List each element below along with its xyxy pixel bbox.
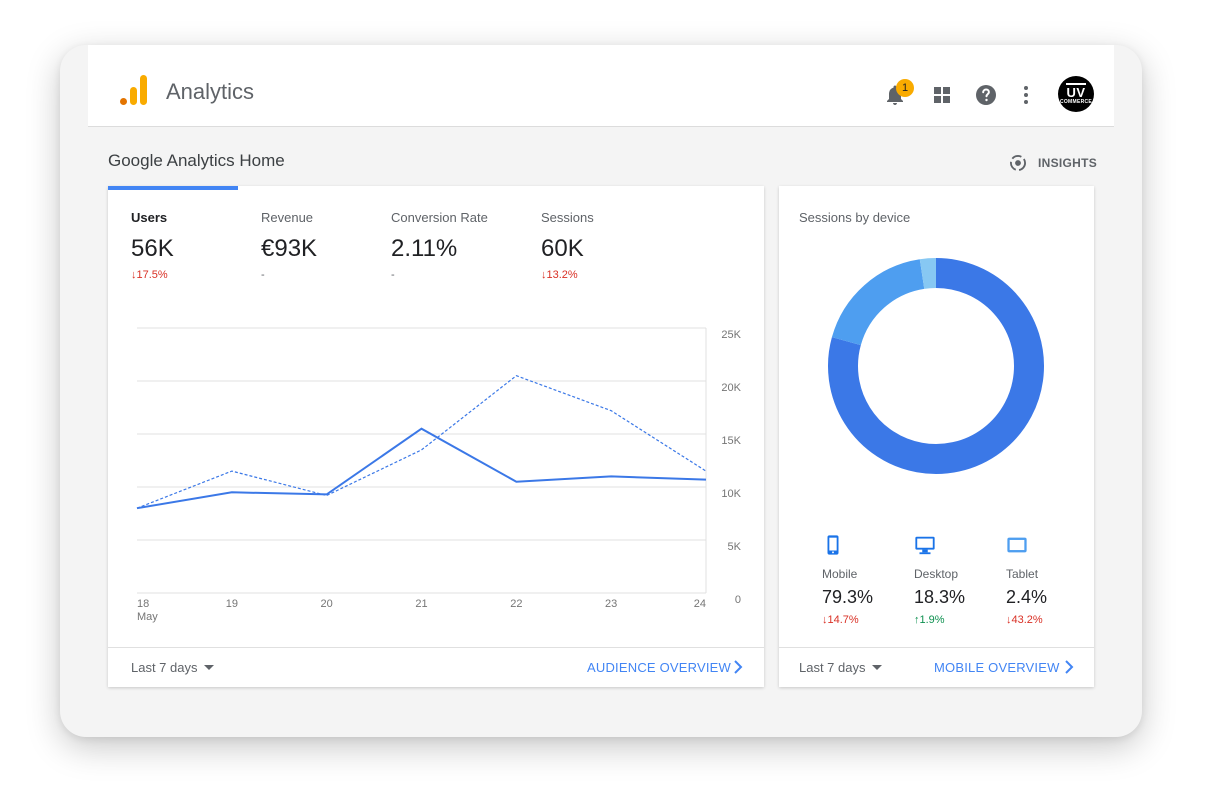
device-label: Mobile [822, 567, 858, 581]
device-label: Desktop [914, 567, 959, 581]
tablet-icon [1007, 537, 1027, 553]
x-tick-sublabel: May [137, 611, 158, 623]
x-tick-label: 21 [415, 598, 427, 610]
metric-tab-conversion-rate[interactable]: Conversion Rate 2.11% - [391, 210, 521, 281]
audience-card-footer: Last 7 days AUDIENCE OVERVIEW [108, 647, 764, 687]
caret-down-icon [871, 665, 882, 670]
metric-value: 56K [131, 235, 174, 262]
metric-label: Revenue [261, 210, 314, 225]
phone-icon [827, 535, 839, 555]
x-tick-label: 20 [321, 598, 333, 610]
device-label: Tablet [1006, 567, 1039, 581]
metric-label: Users [131, 210, 168, 225]
insights-icon [1010, 155, 1026, 171]
audience-overview-link[interactable]: AUDIENCE OVERVIEW [587, 660, 731, 675]
metric-tab-revenue[interactable]: Revenue €93K - [261, 210, 391, 281]
donut-slice-desktop [831, 259, 925, 346]
date-range-label: Last 7 days [799, 660, 866, 675]
metric-delta: - [391, 269, 395, 281]
metric-value: 60K [541, 235, 584, 262]
help-icon[interactable] [974, 83, 998, 107]
y-tick-label: 20K [721, 382, 741, 394]
device-card-title: Sessions by device [799, 210, 911, 225]
app-title: Analytics [166, 79, 255, 104]
y-tick-label: 25K [721, 329, 741, 341]
account-avatar[interactable]: UV COMMERCE [1058, 76, 1094, 112]
y-tick-label: 0 [735, 594, 741, 606]
caret-down-icon [203, 665, 214, 670]
desktop-icon [915, 536, 935, 555]
metric-tab-users[interactable]: Users 56K ↓17.5% [131, 210, 261, 281]
y-tick-label: 5K [728, 541, 742, 553]
x-tick-label: 22 [510, 598, 522, 610]
x-tick-label: 19 [226, 598, 238, 610]
device-value: 79.3% [822, 587, 874, 607]
date-range-label: Last 7 days [131, 660, 198, 675]
sessions-by-device-card: Sessions by device Mobile 79.3% ↓14.7% D… [779, 186, 1094, 687]
more-vert-icon[interactable] [1014, 83, 1038, 107]
page-title: Google Analytics Home [108, 151, 285, 170]
top-bar: Analytics 1 UV COMMERCE [88, 45, 1114, 127]
metric-value: 2.11% [391, 235, 458, 262]
device-delta: ↓14.7% [822, 614, 859, 626]
y-tick-label: 10K [721, 488, 741, 500]
donut-slice-tablet [919, 258, 937, 289]
chevron-right-icon[interactable] [733, 659, 743, 675]
x-tick-label: 24 [694, 598, 706, 610]
insights-label: INSIGHTS [1038, 156, 1098, 170]
analytics-logo-icon[interactable] [120, 75, 148, 105]
device-delta: ↑1.9% [914, 614, 945, 626]
device-stat-desktop: Desktop 18.3% ↑1.9% [914, 534, 1004, 626]
apps-grid-icon[interactable] [930, 83, 954, 107]
device-value: 18.3% [914, 587, 966, 607]
y-tick-label: 15K [721, 435, 741, 447]
metric-delta: ↓13.2% [541, 269, 578, 281]
metric-delta: ↓17.5% [131, 269, 168, 281]
device-stat-mobile: Mobile 79.3% ↓14.7% [822, 534, 912, 626]
device-value: 2.4% [1006, 587, 1048, 607]
date-range-dropdown[interactable]: Last 7 days [131, 660, 214, 675]
metric-tab-sessions[interactable]: Sessions 60K ↓13.2% [541, 210, 671, 281]
chevron-right-icon[interactable] [1064, 659, 1074, 675]
app-window: Analytics 1 UV COMMERCE Google Analytics… [60, 45, 1142, 737]
mobile-overview-link[interactable]: MOBILE OVERVIEW [934, 660, 1060, 675]
device-delta: ↓43.2% [1006, 614, 1043, 626]
x-tick-label: 18 [137, 598, 149, 610]
metric-label: Sessions [541, 210, 594, 225]
users-line-chart: 25K 20K 15K 10K 5K 0 18 19 20 21 22 23 24 May [136, 327, 742, 623]
series-line-solid [136, 427, 707, 510]
device-stat-tablet: Tablet 2.4% ↓43.2% [1006, 534, 1096, 626]
x-tick-label: 23 [605, 598, 617, 610]
device-donut-chart [828, 258, 1044, 474]
notification-badge: 1 [896, 79, 914, 97]
device-date-range-dropdown[interactable]: Last 7 days [799, 660, 882, 675]
series-line-dashed [136, 375, 707, 509]
device-card-footer: Last 7 days MOBILE OVERVIEW [779, 647, 1094, 687]
metric-delta: - [261, 269, 265, 281]
audience-card: Users 56K ↓17.5% Revenue €93K - Conversi… [108, 186, 764, 687]
active-metric-indicator [108, 186, 238, 190]
metric-value: €93K [261, 235, 318, 262]
insights-button[interactable]: INSIGHTS [1008, 152, 1097, 174]
metric-label: Conversion Rate [391, 210, 488, 225]
